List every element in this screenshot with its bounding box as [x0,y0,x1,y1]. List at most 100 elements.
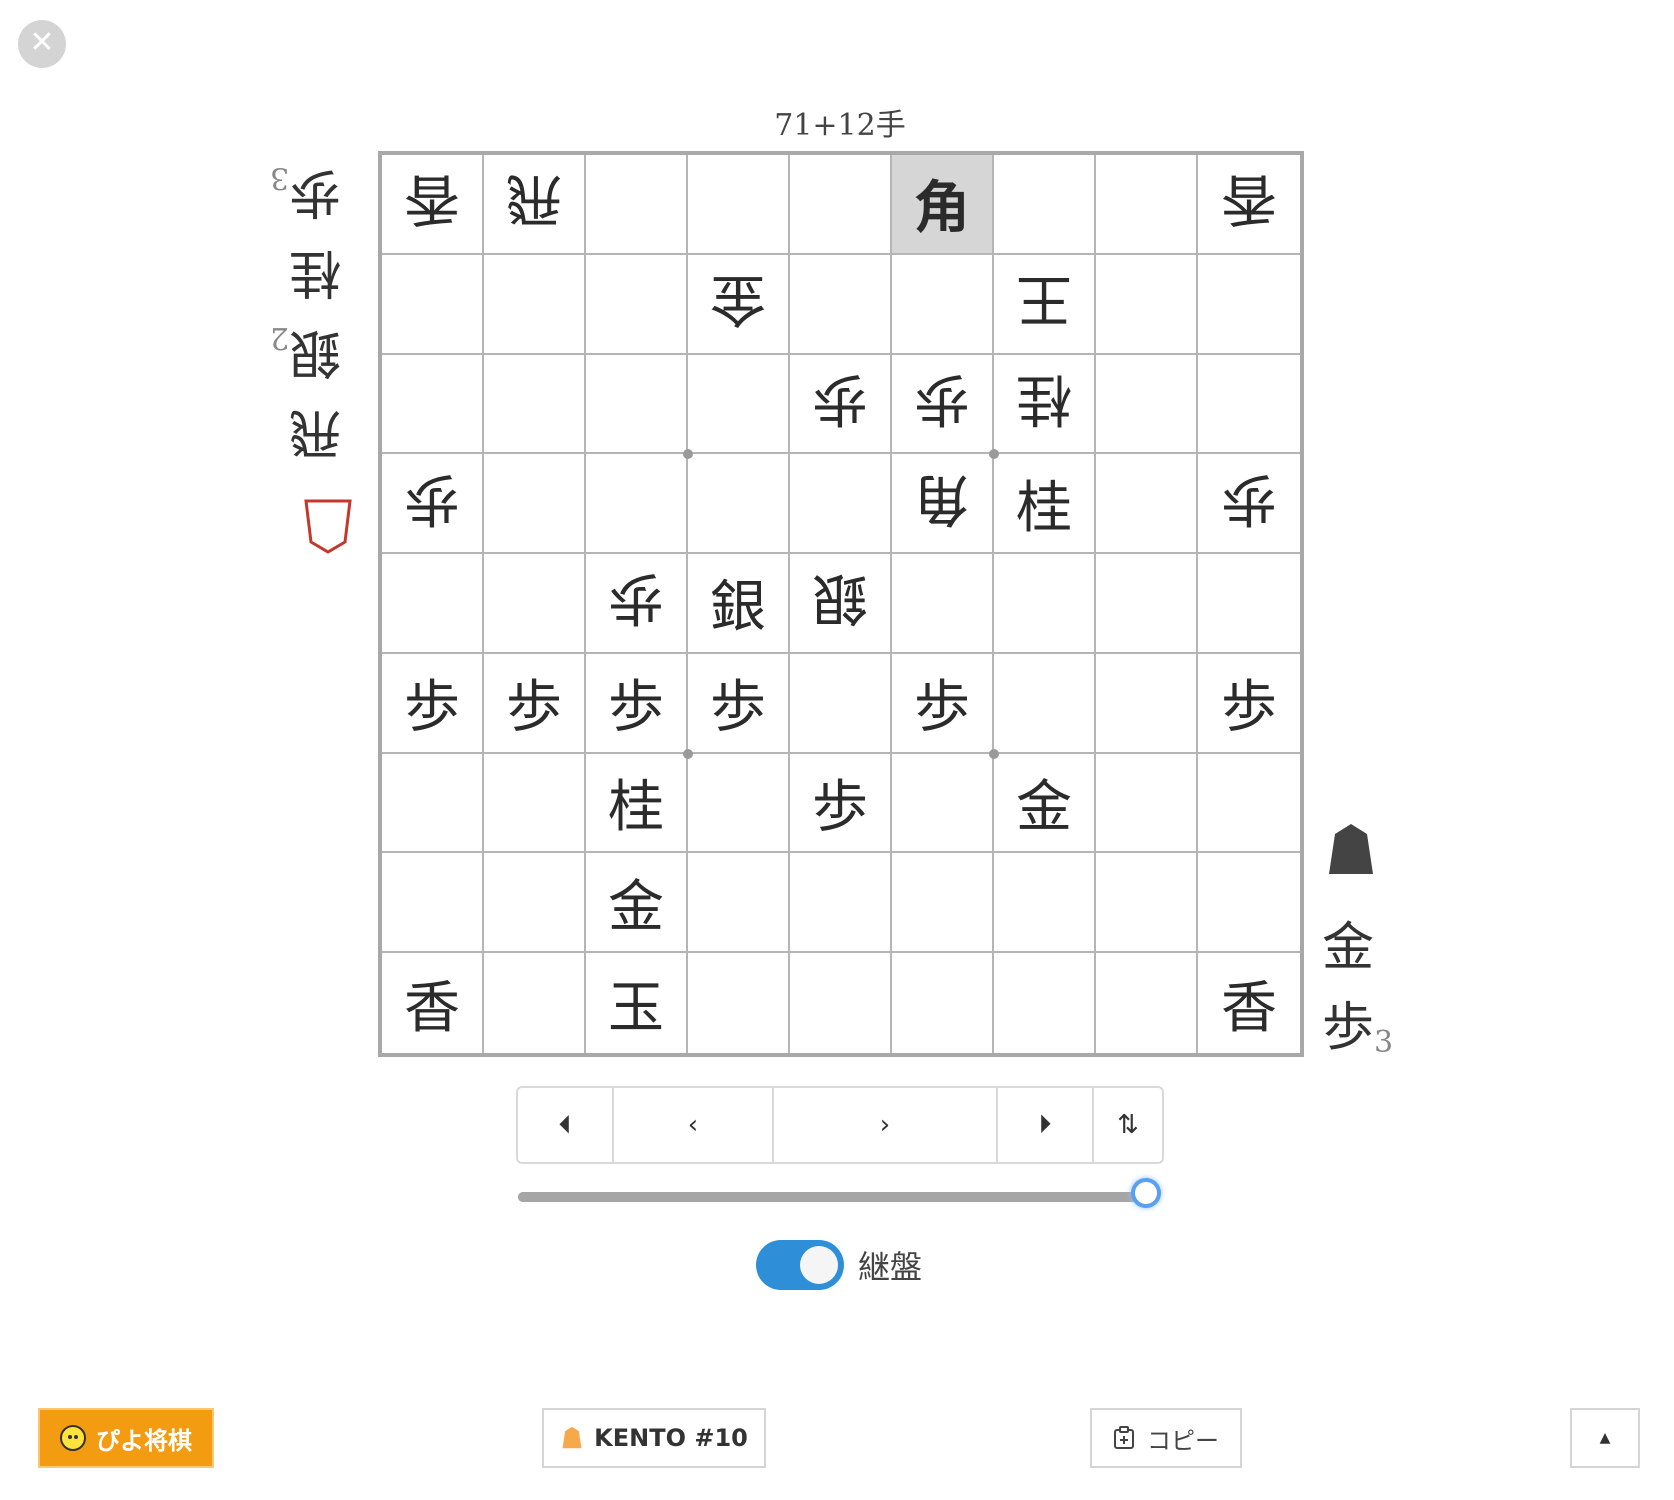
board-square[interactable]: 角 [892,155,994,255]
gote-piece[interactable]: 歩 [608,562,664,643]
board-square[interactable]: 金 [586,853,688,954]
board-square[interactable]: 桂 [586,753,688,854]
board-square[interactable] [484,354,586,455]
gote-piece[interactable]: 角 [914,463,970,544]
board-square[interactable] [1096,554,1198,654]
board-square[interactable] [484,454,586,555]
board-square[interactable] [688,853,790,954]
board-square[interactable]: 玉 [586,953,688,1053]
board-square[interactable]: 歩 [382,454,484,555]
board-square[interactable]: 金 [994,753,1096,854]
board-square[interactable]: 金 [688,254,790,355]
board-square[interactable] [790,254,892,355]
gote-piece[interactable]: 歩 [914,363,970,444]
next-move-button[interactable]: › [774,1088,998,1162]
board-square[interactable]: 銀 [688,554,790,654]
board-square[interactable] [1198,853,1300,954]
board-square[interactable]: 香 [1198,953,1300,1053]
gote-piece[interactable]: 桂 [1016,363,1072,444]
board-square[interactable] [382,554,484,654]
board-square[interactable] [1096,653,1198,754]
scroll-top-button[interactable]: ▲ [1570,1408,1640,1468]
sente-piece[interactable]: 桂 [1016,463,1072,544]
board-square[interactable] [1198,754,1300,854]
board-square[interactable]: 王 [994,254,1096,355]
continue-board-toggle[interactable] [756,1240,844,1290]
board-square[interactable] [790,454,892,555]
board-square[interactable]: 香 [382,953,484,1053]
board-square[interactable]: 飛 [484,155,586,255]
board-square[interactable] [382,354,484,455]
board-square[interactable]: 歩 [892,354,994,455]
board-square[interactable]: 歩 [790,753,892,854]
sente-piece[interactable]: 歩 [1221,662,1277,743]
sente-piece[interactable]: 玉 [608,963,664,1044]
sente-piece[interactable]: 歩 [608,662,664,743]
board-square[interactable] [892,853,994,954]
hand-piece[interactable]: 金 [1322,900,1393,980]
flip-board-button[interactable]: ⇅ [1094,1088,1162,1162]
move-slider[interactable] [518,1178,1161,1208]
sente-piece[interactable]: 香 [1221,963,1277,1044]
board-square[interactable] [994,155,1096,255]
board-square[interactable]: 歩 [688,653,790,754]
board-square[interactable] [382,254,484,355]
board-square[interactable]: 桂 [994,454,1096,555]
board-square[interactable]: 歩 [892,653,994,754]
gote-piece[interactable]: 歩 [404,463,460,544]
board-square[interactable]: 香 [382,155,484,255]
hand-piece[interactable]: 銀2 [270,320,341,400]
board-square[interactable] [994,853,1096,954]
board-square[interactable]: 歩 [790,354,892,455]
last-move-button[interactable]: ⏵ [998,1088,1094,1162]
board-square[interactable] [994,953,1096,1053]
board-square[interactable]: 歩 [586,653,688,754]
gote-piece[interactable]: 香 [404,163,460,244]
board-square[interactable] [688,354,790,455]
board-square[interactable] [688,953,790,1053]
board-square[interactable] [790,653,892,754]
board-square[interactable] [1096,454,1198,555]
board-square[interactable]: 香 [1198,155,1300,255]
gote-piece[interactable]: 銀 [812,562,868,643]
board-square[interactable] [586,155,688,255]
sente-piece[interactable]: 歩 [914,662,970,743]
sente-piece[interactable]: 銀 [710,562,766,643]
board-square[interactable] [892,554,994,654]
sente-piece[interactable]: 歩 [506,662,562,743]
slider-thumb[interactable] [1131,1178,1161,1208]
close-button[interactable]: ✕ [18,20,66,68]
board-square[interactable] [688,155,790,255]
board-square[interactable] [892,953,994,1053]
board-square[interactable] [1096,155,1198,255]
gote-piece[interactable]: 香 [1221,163,1277,244]
board-square[interactable] [994,653,1096,754]
gote-piece[interactable]: 金 [710,263,766,344]
board-square[interactable] [688,454,790,555]
board-square[interactable] [790,155,892,255]
gote-piece[interactable]: 歩 [812,363,868,444]
board-square[interactable] [484,554,586,654]
sente-piece[interactable]: 金 [608,862,664,943]
board-square[interactable] [484,254,586,355]
board-square[interactable] [586,454,688,555]
board-square[interactable] [586,354,688,455]
sente-piece[interactable]: 歩 [710,662,766,743]
sente-piece[interactable]: 角 [914,163,970,244]
sente-piece[interactable]: 香 [404,963,460,1044]
board-square[interactable]: 歩 [382,653,484,754]
sente-piece[interactable]: 歩 [812,762,868,843]
board-square[interactable]: 歩 [1198,654,1300,754]
board-square[interactable] [484,853,586,954]
hand-piece[interactable]: 桂 [270,240,341,320]
sente-piece[interactable]: 歩 [404,662,460,743]
hand-piece[interactable]: 飛 [270,400,341,480]
board-square[interactable] [382,853,484,954]
sente-piece[interactable]: 金 [1016,762,1072,843]
board-square[interactable]: 歩 [586,554,688,654]
board-square[interactable] [484,953,586,1053]
board-square[interactable] [892,753,994,854]
copy-button[interactable]: コピー [1090,1408,1242,1468]
board-square[interactable] [484,753,586,854]
board-square[interactable] [892,254,994,355]
